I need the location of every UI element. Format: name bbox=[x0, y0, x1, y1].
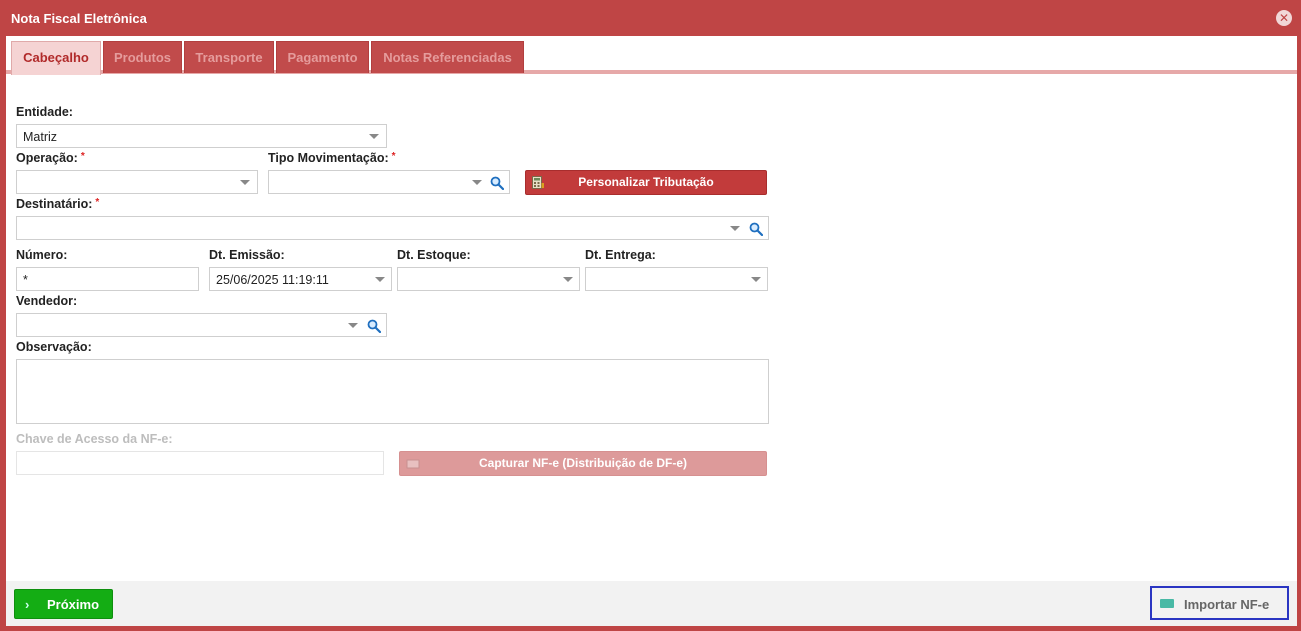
download-icon bbox=[406, 459, 420, 469]
operacao-label: Operação: * bbox=[16, 151, 85, 165]
dialog-footer: › Próximo Importar NF-e bbox=[6, 581, 1297, 626]
chevron-down-icon[interactable] bbox=[472, 180, 482, 185]
chevron-down-icon[interactable] bbox=[240, 180, 250, 185]
required-marker: * bbox=[95, 197, 100, 208]
import-nfe-button[interactable]: Importar NF-e bbox=[1150, 586, 1289, 620]
vendedor-select[interactable] bbox=[16, 313, 387, 337]
dt-estoque-picker[interactable] bbox=[397, 267, 580, 291]
entidade-label: Entidade: bbox=[16, 105, 73, 119]
chave-acesso-label: Chave de Acesso da NF-e: bbox=[16, 432, 173, 446]
chevron-down-icon[interactable] bbox=[751, 277, 761, 282]
chevron-down-icon[interactable] bbox=[375, 277, 385, 282]
title-bar: Nota Fiscal Eletrônica ✕ bbox=[0, 0, 1301, 36]
tab-cabecalho[interactable]: Cabeçalho bbox=[11, 41, 101, 75]
close-icon[interactable]: ✕ bbox=[1276, 10, 1292, 26]
chevron-right-icon: › bbox=[25, 597, 30, 612]
personalizar-tributacao-button[interactable]: Personalizar Tributação bbox=[525, 170, 767, 195]
window-title: Nota Fiscal Eletrônica bbox=[11, 11, 147, 26]
personalizar-tributacao-label: Personalizar Tributação bbox=[578, 175, 714, 189]
numero-value: * bbox=[23, 273, 28, 287]
entidade-value: Matriz bbox=[23, 130, 58, 144]
nfe-ticket-icon bbox=[1160, 599, 1174, 608]
chevron-down-icon[interactable] bbox=[563, 277, 573, 282]
tipo-movimentacao-select[interactable] bbox=[268, 170, 510, 194]
dialog-content: Cabeçalho Produtos Transporte Pagamento … bbox=[6, 36, 1297, 626]
calculator-icon bbox=[532, 176, 544, 189]
chevron-down-icon[interactable] bbox=[348, 323, 358, 328]
chevron-down-icon[interactable] bbox=[730, 226, 740, 231]
dt-entrega-picker[interactable] bbox=[585, 267, 768, 291]
vendedor-label: Vendedor: bbox=[16, 294, 78, 308]
search-icon[interactable] bbox=[749, 222, 763, 236]
observacao-label: Observação: bbox=[16, 340, 92, 354]
search-icon[interactable] bbox=[490, 176, 504, 190]
required-marker: * bbox=[391, 151, 396, 162]
entidade-select[interactable]: Matriz bbox=[16, 124, 387, 148]
import-nfe-label: Importar NF-e bbox=[1184, 597, 1270, 612]
dt-estoque-label: Dt. Estoque: bbox=[397, 248, 471, 262]
destinatario-select[interactable] bbox=[16, 216, 769, 240]
required-marker: * bbox=[80, 151, 85, 162]
observacao-textarea[interactable] bbox=[16, 359, 769, 424]
numero-input[interactable]: * bbox=[16, 267, 199, 291]
next-label: Próximo bbox=[47, 597, 100, 612]
capturar-nfe-button[interactable]: Capturar NF-e (Distribuição de DF-e) bbox=[399, 451, 767, 476]
numero-label: Número: bbox=[16, 248, 68, 262]
chevron-down-icon[interactable] bbox=[369, 134, 379, 139]
tab-produtos[interactable]: Produtos bbox=[103, 41, 182, 73]
tab-notas-referenciadas[interactable]: Notas Referenciadas bbox=[371, 41, 524, 73]
search-icon[interactable] bbox=[367, 319, 381, 333]
dt-emissao-label: Dt. Emissão: bbox=[209, 248, 285, 262]
operacao-select[interactable] bbox=[16, 170, 258, 194]
dialog-window: Nota Fiscal Eletrônica ✕ Cabeçalho Produ… bbox=[0, 0, 1301, 631]
tab-pagamento[interactable]: Pagamento bbox=[276, 41, 369, 73]
destinatario-label: Destinatário: * bbox=[16, 197, 100, 211]
tab-transporte[interactable]: Transporte bbox=[184, 41, 274, 73]
chave-acesso-input[interactable] bbox=[16, 451, 384, 475]
next-button[interactable]: › Próximo bbox=[14, 589, 113, 619]
capturar-nfe-label: Capturar NF-e (Distribuição de DF-e) bbox=[478, 456, 688, 470]
dt-emissao-picker[interactable]: 25/06/2025 11:19:11 bbox=[209, 267, 392, 291]
tipo-movimentacao-label: Tipo Movimentação: * bbox=[268, 151, 396, 165]
tab-strip: Cabeçalho Produtos Transporte Pagamento … bbox=[6, 36, 1297, 75]
dt-emissao-value: 25/06/2025 11:19:11 bbox=[216, 273, 329, 287]
dt-entrega-label: Dt. Entrega: bbox=[585, 248, 656, 262]
